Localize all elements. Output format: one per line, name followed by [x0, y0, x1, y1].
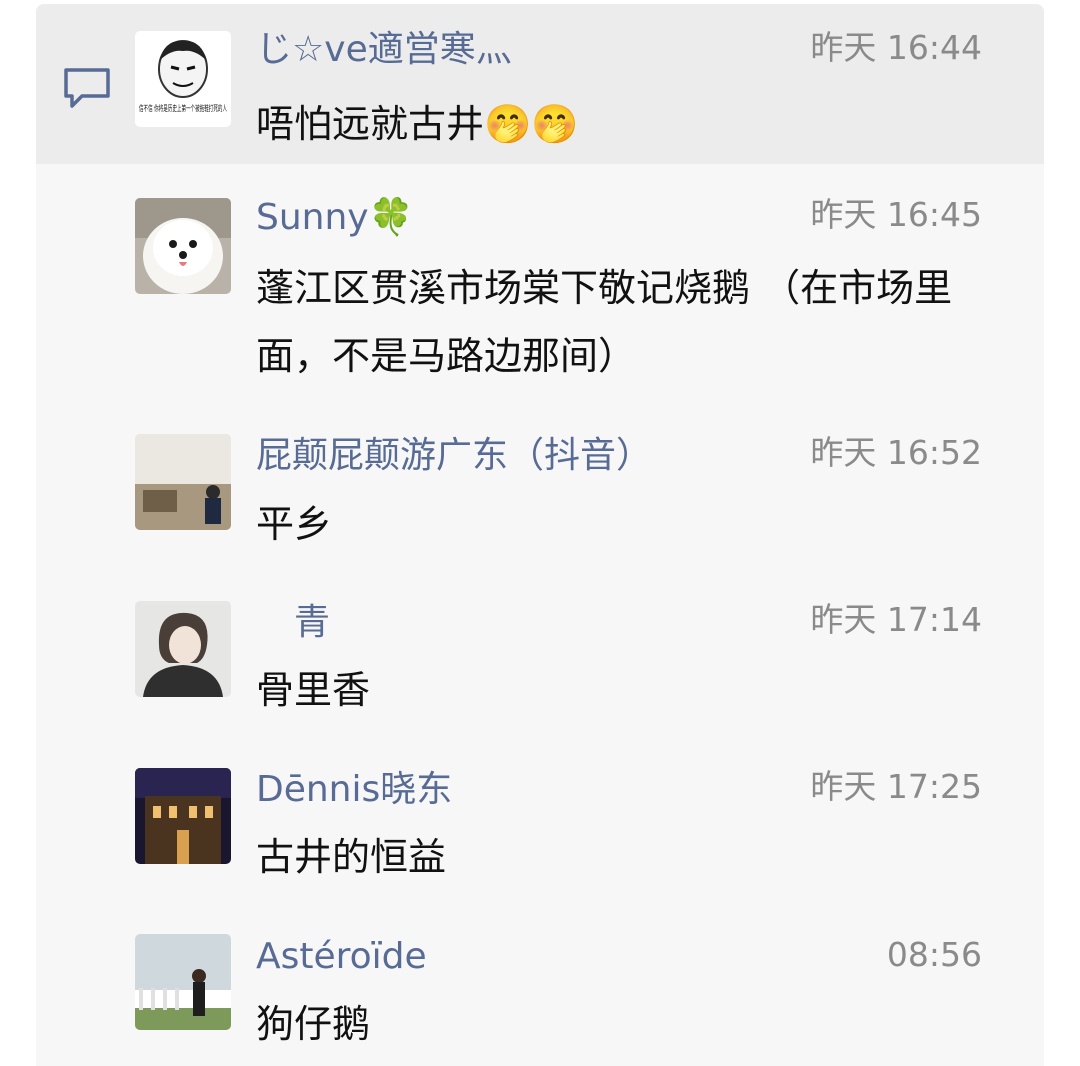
avatar[interactable] — [135, 434, 231, 530]
avatar[interactable] — [135, 934, 231, 1030]
comment-time: 昨天 17:14 — [810, 600, 982, 639]
comment-text: 骨里香 — [256, 668, 371, 712]
comment-author[interactable]: 屁颠屁颠游广东（抖音） — [256, 436, 652, 476]
comment-text: 唔怕远就古井🤭🤭 — [256, 102, 579, 146]
comment-row[interactable]: 青 昨天 17:14 骨里香 — [36, 590, 1044, 758]
avatar[interactable] — [135, 601, 231, 697]
comment-icon[interactable] — [62, 66, 112, 110]
comment-text: 平乡 — [256, 502, 333, 546]
comment-row[interactable]: Dēnnis晓东 昨天 17:25 古井的恒益 — [36, 758, 1044, 926]
comment-text: 古井的恒益 — [256, 835, 447, 879]
comment-author[interactable]: Astéroïde — [256, 937, 427, 977]
comment-author[interactable]: Sunny🍀 — [256, 198, 413, 238]
avatar[interactable] — [135, 198, 231, 294]
comment-row[interactable]: Astéroïde 08:56 狗仔鹅 — [36, 926, 1044, 1066]
comment-author[interactable]: 青 — [256, 603, 330, 643]
comment-time: 昨天 16:44 — [810, 28, 982, 67]
comment-text: 狗仔鹅 — [256, 1002, 371, 1046]
avatar[interactable]: 信不信 你将是历史上第一个被拖鞋打死的人 — [135, 31, 231, 127]
comment-row[interactable]: Sunny🍀 昨天 16:45 蓬江区贯溪市场棠下敬记烧鹅 （在市场里面，不是马… — [36, 164, 1044, 424]
comment-time: 昨天 16:52 — [810, 433, 982, 472]
comment-row[interactable]: 信不信 你将是历史上第一个被拖鞋打死的人 じ☆ve適営寒灬 昨天 16:44 唔… — [36, 4, 1044, 164]
comment-author[interactable]: Dēnnis晓东 — [256, 770, 452, 810]
avatar-caption: 信不信 你将是历史上第一个被拖鞋打死的人 — [139, 103, 227, 113]
comment-time: 08:56 — [886, 935, 982, 974]
comment-time: 昨天 16:45 — [810, 195, 982, 234]
comment-author[interactable]: じ☆ve適営寒灬 — [256, 30, 512, 70]
comments-panel: 信不信 你将是历史上第一个被拖鞋打死的人 じ☆ve適営寒灬 昨天 16:44 唔… — [36, 4, 1044, 1066]
comment-time: 昨天 17:25 — [810, 767, 982, 806]
comment-row[interactable]: 屁颠屁颠游广东（抖音） 昨天 16:52 平乡 — [36, 424, 1044, 590]
avatar[interactable] — [135, 768, 231, 864]
comment-text: 蓬江区贯溪市场棠下敬记烧鹅 （在市场里面，不是马路边那间） — [256, 266, 953, 378]
